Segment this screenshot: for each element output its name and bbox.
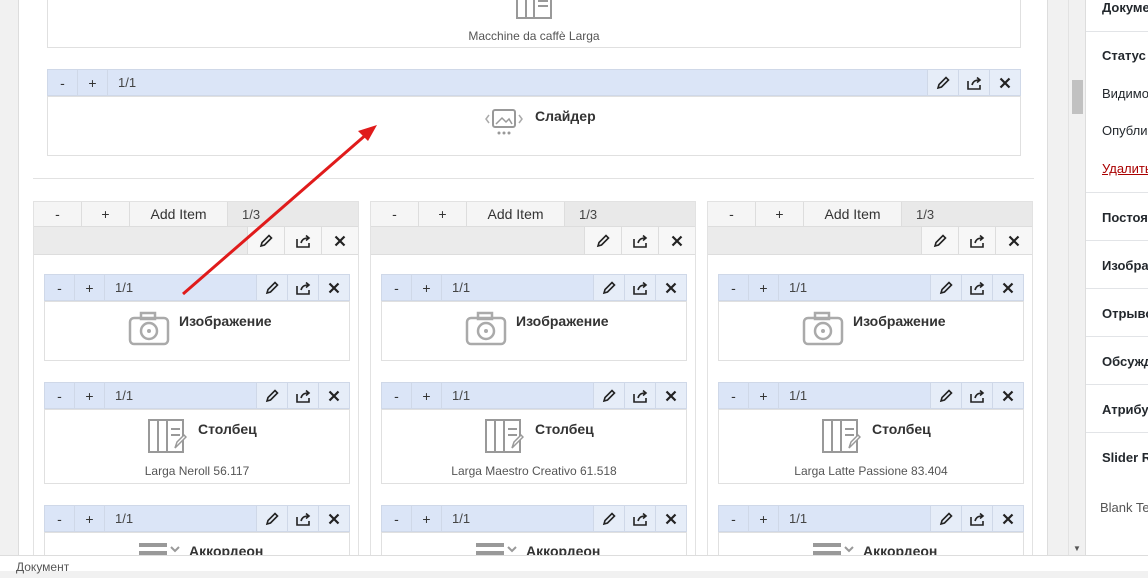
sidebar-tab-document[interactable]: Докуме [1086,0,1148,15]
scrollbar-thumb[interactable] [1072,80,1083,114]
sidebar-visibility: Видимо [1102,86,1148,101]
sidebar-permalink-panel[interactable]: Постоян [1086,210,1148,225]
vertical-scrollbar[interactable]: ▼ [1068,0,1085,555]
document-sidebar: Докуме Статус и Видимо Опубли Удалить По… [1085,0,1148,555]
sidebar-status-panel[interactable]: Статус и [1086,48,1148,63]
sidebar-excerpt-panel[interactable]: Отрыво [1086,306,1148,321]
sidebar-slider-panel[interactable]: Slider Re [1086,450,1148,465]
sidebar-attributes-panel[interactable]: Атрибут [1086,402,1148,417]
annotation-arrow [182,125,377,296]
editor-area: Macchine da caffè Larga - + 1/1 Слайдер … [0,0,1068,571]
sidebar-delete-link[interactable]: Удалить [1086,161,1148,176]
sidebar-discussion-panel[interactable]: Обсужд [1086,354,1148,369]
sidebar-blank-template[interactable]: Blank Te [1086,500,1148,515]
sidebar-image-panel[interactable]: Изобра [1086,258,1148,273]
status-bar-text: Документ [16,560,70,574]
status-bar: Документ [0,555,1148,574]
sidebar-published: Опубли [1102,123,1148,138]
scroll-down-arrow-icon[interactable]: ▼ [1073,544,1081,553]
